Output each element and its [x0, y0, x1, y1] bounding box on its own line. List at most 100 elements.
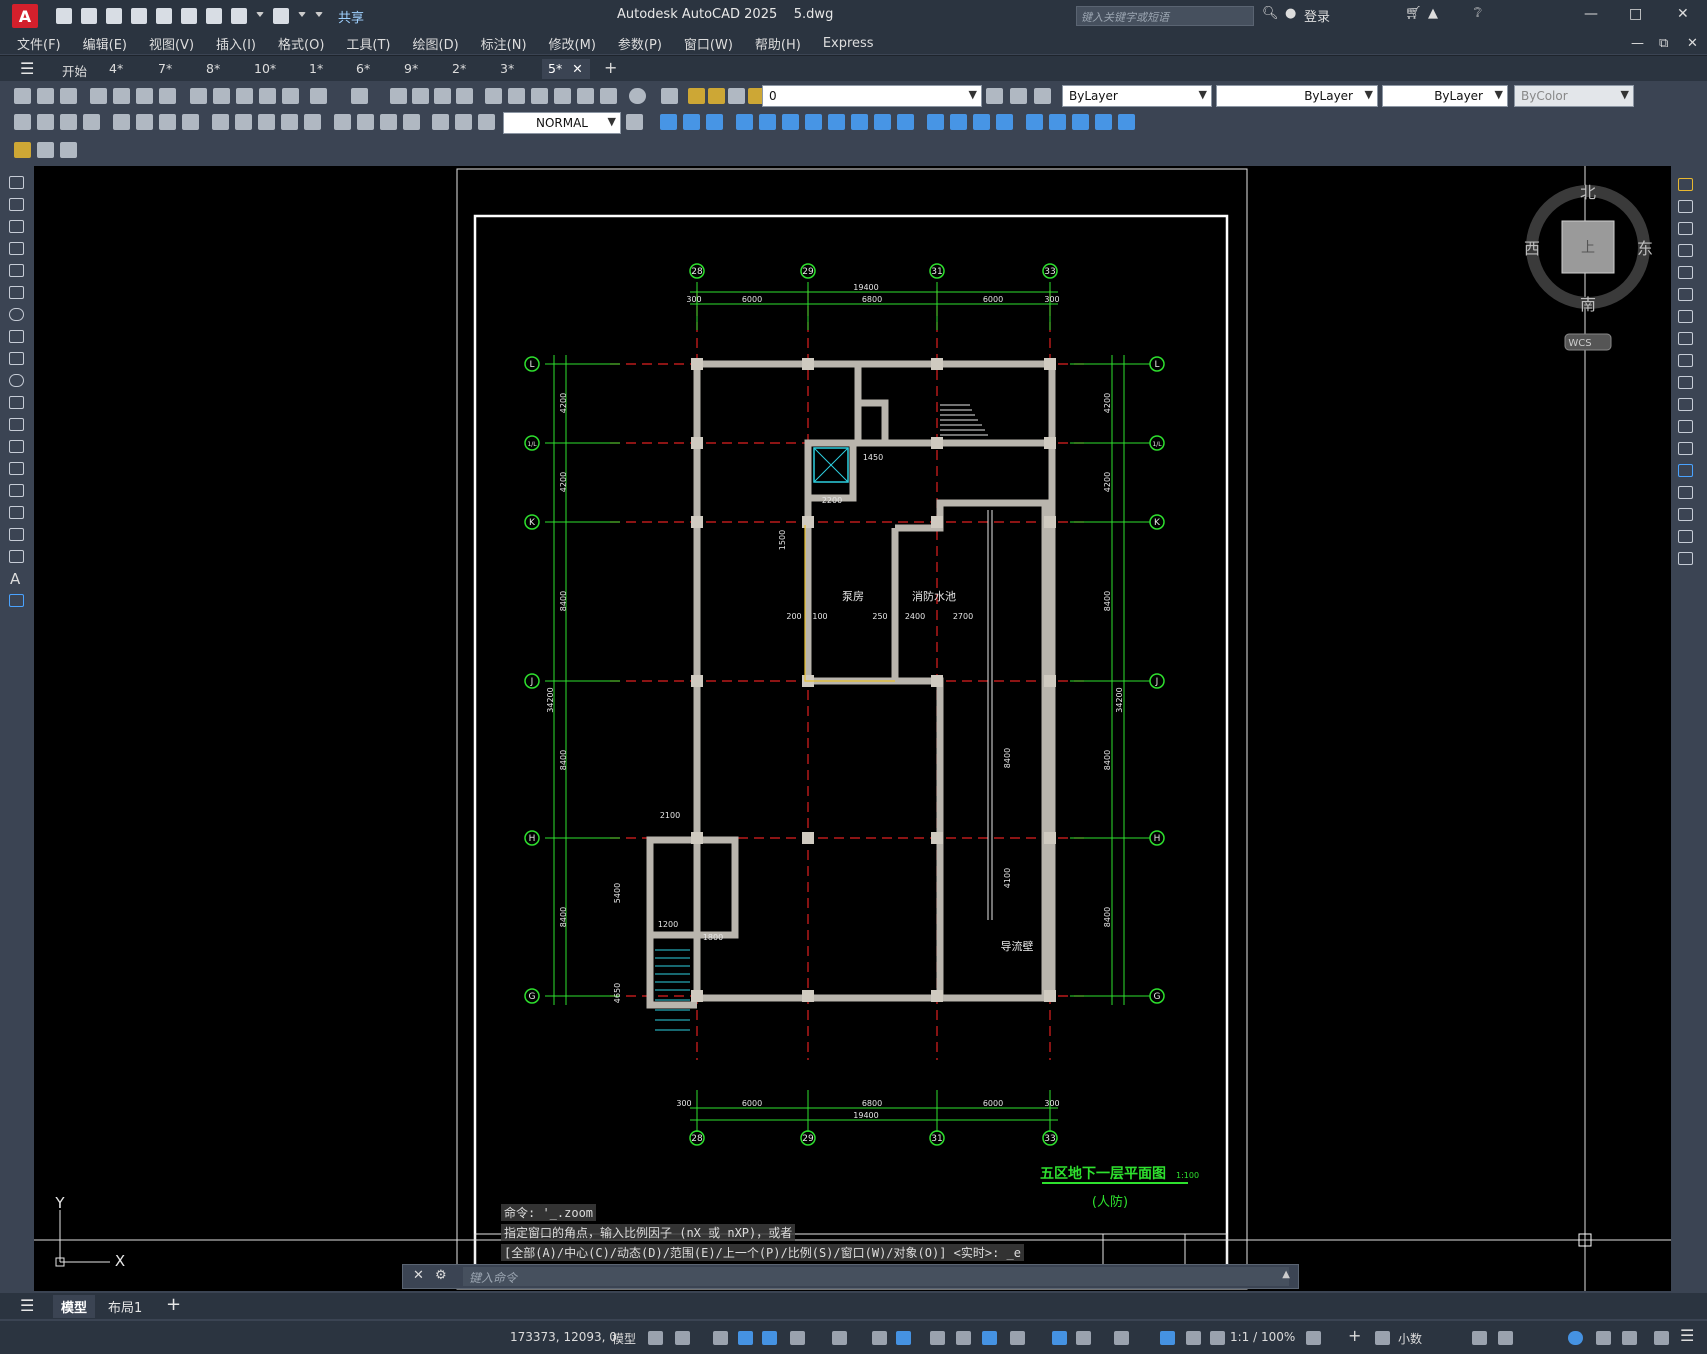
selection-filter-icon[interactable]	[1076, 1331, 1091, 1345]
save-icon[interactable]	[106, 8, 122, 24]
customize-qat-icon[interactable]	[315, 12, 323, 20]
open-web-icon[interactable]	[156, 8, 172, 24]
redo-icon[interactable]	[273, 8, 289, 24]
mirror-icon[interactable]	[1678, 222, 1693, 235]
clean-icon[interactable]	[1026, 114, 1043, 130]
menu-insert[interactable]: 插入(I)	[216, 34, 256, 53]
hatch-icon[interactable]	[9, 484, 24, 497]
zoom-previous-icon[interactable]	[456, 88, 473, 104]
ortho-icon[interactable]	[762, 1331, 777, 1345]
delete-face-icon[interactable]	[874, 114, 891, 130]
viewcube-west[interactable]: 西	[1524, 239, 1540, 258]
radius-dim-icon[interactable]	[113, 114, 130, 130]
copy-icon[interactable]	[213, 88, 230, 104]
dimstyle-dropdown[interactable]: NORMAL ▼	[503, 112, 621, 134]
add-layout-icon[interactable]: +	[166, 1294, 181, 1315]
object-snap-tracking-icon[interactable]	[872, 1331, 887, 1345]
user-icon[interactable]: ●	[1285, 6, 1296, 21]
angular-dim-icon[interactable]	[182, 114, 199, 130]
viewcube-south[interactable]: 南	[1580, 295, 1596, 314]
save-as-icon[interactable]	[131, 8, 147, 24]
dim-space-icon[interactable]	[281, 114, 298, 130]
share-button[interactable]: 共享	[338, 7, 364, 26]
annotation-monitor-icon[interactable]: +	[1348, 1326, 1361, 1345]
offset-icon[interactable]	[1678, 244, 1693, 257]
tab-8[interactable]: 8*	[200, 59, 226, 79]
sheet-set-icon[interactable]	[554, 88, 571, 104]
arc-icon[interactable]	[9, 286, 24, 299]
solid-cone-icon[interactable]	[706, 114, 723, 130]
union-icon[interactable]	[736, 114, 753, 130]
layer-dropdown[interactable]: 0 ▼	[762, 85, 982, 107]
region-icon[interactable]	[9, 528, 24, 541]
close-cmd-icon[interactable]: ✕	[413, 1268, 424, 1283]
layer-on-icon[interactable]	[688, 88, 705, 104]
color-dropdown[interactable]: ByLayer ▼	[1062, 85, 1212, 107]
tab-3[interactable]: 3*	[494, 59, 520, 79]
menu-tools[interactable]: 工具(T)	[346, 34, 390, 53]
markup-icon[interactable]	[577, 88, 594, 104]
insert-block-icon[interactable]	[9, 418, 24, 431]
help-search-input[interactable]: 键入关键字或短语	[1076, 6, 1254, 26]
circle-icon[interactable]	[9, 308, 24, 321]
menu-window[interactable]: 窗口(W)	[684, 34, 733, 53]
search-icon[interactable]: 🔍︎	[1262, 6, 1279, 21]
menu-edit[interactable]: 编辑(E)	[83, 34, 127, 53]
layout-menu-icon[interactable]: ☰	[20, 1296, 34, 1315]
erase-icon[interactable]	[1678, 178, 1693, 191]
mtext-icon[interactable]: A	[10, 570, 20, 588]
coordinates-readout[interactable]: 173373, 12093, 0	[510, 1330, 617, 1344]
infer-constraints-icon[interactable]	[713, 1331, 728, 1345]
array-icon[interactable]	[1678, 266, 1693, 279]
blend-curves-icon[interactable]	[1678, 530, 1693, 543]
plotstyle-dropdown[interactable]: ByColor ▼	[1514, 85, 1634, 107]
redo-dropdown-icon[interactable]	[298, 12, 306, 20]
rotate-face-icon[interactable]	[897, 114, 914, 130]
quick-properties-icon[interactable]	[1472, 1331, 1487, 1345]
minimize-icon[interactable]: —	[1584, 6, 1598, 22]
inspection-icon[interactable]	[380, 114, 397, 130]
tab-close-icon[interactable]: ✕	[572, 61, 582, 76]
block-editor-icon[interactable]	[282, 88, 299, 104]
open-icon[interactable]	[81, 8, 97, 24]
menu-modify[interactable]: 修改(M)	[549, 34, 596, 53]
customize-cmd-icon[interactable]: ⚙︎	[435, 1268, 447, 1283]
tab-start[interactable]: 开始	[56, 59, 93, 79]
solid-box-icon[interactable]	[660, 114, 677, 130]
help-icon[interactable]: ❔︎	[1474, 6, 1482, 21]
make-current-layer-icon[interactable]	[986, 88, 1003, 104]
wcs-label[interactable]: WCS	[1568, 338, 1591, 349]
open-file-icon[interactable]	[37, 88, 54, 104]
fillet-icon[interactable]	[1678, 508, 1693, 521]
jogged-linear-icon[interactable]	[403, 114, 420, 130]
explode-icon[interactable]	[1678, 552, 1693, 565]
isolate-objects-icon[interactable]	[1568, 1331, 1583, 1345]
dim-update-icon[interactable]	[478, 114, 495, 130]
new-icon[interactable]	[56, 8, 72, 24]
stretch-icon[interactable]	[1678, 354, 1693, 367]
viewcube-top-label[interactable]: 上	[1581, 240, 1595, 256]
units-icon[interactable]	[1375, 1331, 1390, 1345]
chamfer-icon[interactable]	[1678, 486, 1693, 499]
zoom-realtime-icon[interactable]	[412, 88, 429, 104]
ellipse-icon[interactable]	[9, 374, 24, 387]
gradient-icon[interactable]	[9, 506, 24, 519]
units-readout[interactable]: 小数	[1398, 1330, 1422, 1347]
lock-ui-icon[interactable]	[1498, 1331, 1513, 1345]
scale-icon[interactable]	[1678, 332, 1693, 345]
menu-draw[interactable]: 绘图(D)	[413, 34, 459, 53]
spline-icon[interactable]	[9, 352, 24, 365]
workspace-icon[interactable]	[1306, 1331, 1321, 1345]
drawing-canvas[interactable]: 28 29 31 33 28 29 31 33 L 1/L K J H G L …	[34, 166, 1671, 1291]
menu-view[interactable]: 视图(V)	[149, 34, 194, 53]
undo-icon[interactable]	[231, 8, 247, 24]
jogged-dim-icon[interactable]	[136, 114, 153, 130]
menu-dimension[interactable]: 标注(N)	[481, 34, 527, 53]
paste-icon[interactable]	[236, 88, 253, 104]
clean-screen-icon[interactable]	[1622, 1331, 1637, 1345]
close-block-icon[interactable]	[60, 142, 77, 158]
undo-tool-icon[interactable]	[310, 88, 327, 104]
print-preview-icon[interactable]	[113, 88, 130, 104]
taper-face-icon[interactable]	[927, 114, 944, 130]
lineweight-dropdown[interactable]: ByLayer ▼	[1382, 85, 1508, 107]
